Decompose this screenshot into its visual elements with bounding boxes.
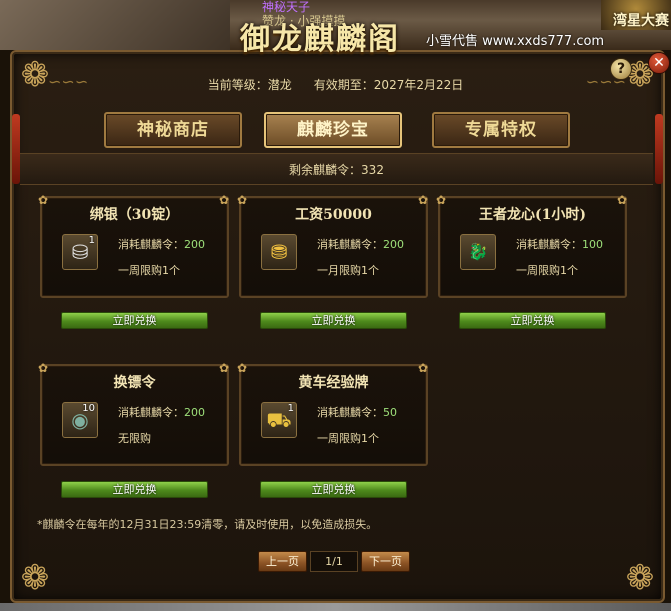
cost-label: 消耗麒麟令： <box>118 406 184 419</box>
cost-value: 50 <box>383 406 397 419</box>
item-title: 工资50000 <box>295 207 372 223</box>
item-card: ✿ ✿ 绑银（30锭） ⛁ 1 消耗麒麟令：200 一周限购1个 <box>38 194 229 298</box>
event-badge-label: 湾星大赛 <box>613 13 669 29</box>
item-title: 王者龙心(1小时) <box>479 207 586 223</box>
close-button[interactable]: ✕ <box>648 52 670 74</box>
item-quantity: 1 <box>88 235 95 246</box>
watermark: 小雪代售 www.xxds777.com <box>426 34 605 49</box>
tab-exclusive-privilege[interactable]: 专属特权 <box>432 112 570 148</box>
item-slot[interactable]: ⛁ 1 <box>62 234 98 270</box>
next-page-button[interactable]: 下一页 <box>361 551 410 572</box>
member-info: 当前等级：潜龙 有效期至：2027年2月22日 <box>0 76 671 93</box>
page-indicator: 1/1 <box>310 551 358 572</box>
tab-mystery-shop[interactable]: 神秘商店 <box>104 112 242 148</box>
level-value: 潜龙 <box>267 78 292 92</box>
remaining-value: 332 <box>361 163 384 177</box>
item-limit: 一周限购1个 <box>317 432 379 445</box>
scene-roof <box>0 0 230 50</box>
shop-tabs: 神秘商店 麒麟珍宝 专属特权 <box>104 112 574 148</box>
item-title: 黄车经验牌 <box>298 375 369 391</box>
cost-value: 200 <box>383 238 404 251</box>
corner-ornament-icon: ❁ <box>625 558 655 598</box>
item-card: ✿ ✿ 换镖令 ◉ 10 消耗麒麟令：200 无限购 <box>38 362 229 466</box>
gold-treasure-icon: ⛃ <box>270 240 288 264</box>
item-cost: 消耗麒麟令：200 <box>118 236 205 252</box>
item-card: ✿ ✿ 黄车经验牌 ⛟ 1 消耗麒麟令：50 一周限购1个 <box>237 362 428 466</box>
level-label: 当前等级： <box>207 78 268 92</box>
cost-value: 200 <box>184 238 205 251</box>
redeem-button[interactable]: 立即兑换 <box>61 312 208 329</box>
cost-value: 200 <box>184 406 205 419</box>
item-slot[interactable]: ◉ 10 <box>62 402 98 438</box>
left-tassel <box>12 114 20 184</box>
item-cost: 消耗麒麟令：100 <box>516 236 603 252</box>
corner-ornament-icon: ❁ <box>20 558 50 598</box>
event-badge[interactable]: 湾星大赛 <box>601 0 671 30</box>
remaining-tokens-bar: 剩余麒麟令：332 <box>20 153 653 185</box>
right-tassel <box>655 114 663 184</box>
item-slot[interactable]: ⛟ 1 <box>261 402 297 438</box>
expiry-value: 2027年2月22日 <box>373 78 464 92</box>
item-cost: 消耗麒麟令：50 <box>317 404 397 420</box>
item-cost: 消耗麒麟令：200 <box>118 404 205 420</box>
item-quantity: 1 <box>287 403 294 414</box>
tab-qilin-treasure[interactable]: 麒麟珍宝 <box>264 112 402 148</box>
dragon-heart-icon: 🐉 <box>468 242 488 261</box>
cost-label: 消耗麒麟令： <box>317 406 383 419</box>
redeem-button[interactable]: 立即兑换 <box>260 481 407 498</box>
panel-title: 御龙麒麟阁 <box>240 22 400 57</box>
item-limit: 一周限购1个 <box>118 264 180 277</box>
item-cost: 消耗麒麟令：200 <box>317 236 404 252</box>
item-slot[interactable]: 🐉 <box>460 234 496 270</box>
cost-label: 消耗麒麟令： <box>118 238 184 251</box>
prev-page-button[interactable]: 上一页 <box>258 551 307 572</box>
expiry-label: 有效期至： <box>313 78 374 92</box>
item-slot[interactable]: ⛃ <box>261 234 297 270</box>
redeem-button[interactable]: 立即兑换 <box>459 312 606 329</box>
item-card: ✿ ✿ 王者龙心(1小时) 🐉 消耗麒麟令：100 一周限购1个 <box>436 194 627 298</box>
reset-notice: *麒麟令在每年的12月31日23:59清零，请及时使用，以免造成损失。 <box>37 518 378 531</box>
item-card: ✿ ✿ 工资50000 ⛃ 消耗麒麟令：200 一月限购1个 <box>237 194 428 298</box>
cost-value: 100 <box>582 238 603 251</box>
cost-label: 消耗麒麟令： <box>516 238 582 251</box>
item-quantity: 10 <box>82 403 95 414</box>
item-limit: 一月限购1个 <box>317 264 379 277</box>
item-limit: 一周限购1个 <box>516 264 578 277</box>
redeem-button[interactable]: 立即兑换 <box>260 312 407 329</box>
remaining-label: 剩余麒麟令： <box>289 163 362 177</box>
cost-label: 消耗麒麟令： <box>317 238 383 251</box>
redeem-button[interactable]: 立即兑换 <box>61 481 208 498</box>
game-scene-bottom <box>0 603 671 611</box>
item-title: 绑银（30锭） <box>89 207 180 223</box>
item-title: 换镖令 <box>113 375 156 391</box>
item-limit: 无限购 <box>118 432 151 445</box>
